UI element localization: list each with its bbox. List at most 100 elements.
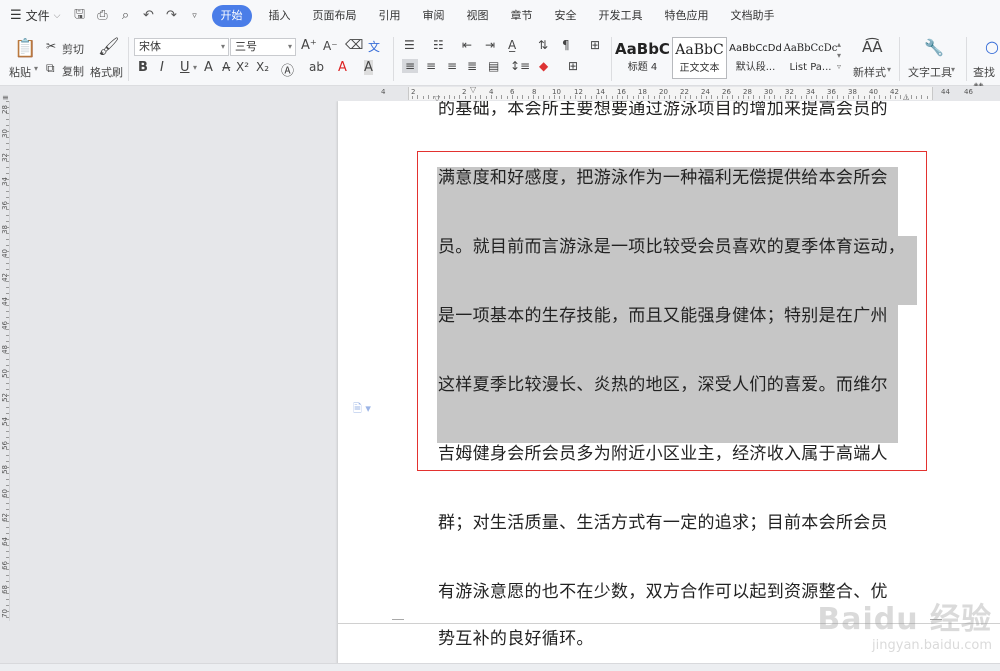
borders-icon[interactable]: ⊞ — [568, 59, 578, 73]
text-tools-button[interactable]: 文字工具 — [908, 64, 952, 80]
shading-icon[interactable]: ◆ — [539, 59, 548, 73]
align-center-icon[interactable]: ≡ — [426, 59, 436, 73]
chinese-layout-icon[interactable]: A̲ — [508, 38, 516, 52]
numbering-icon[interactable]: ☷ — [433, 38, 444, 52]
format-painter-button[interactable]: 格式刷 — [90, 64, 123, 80]
new-style-button[interactable]: 新样式 — [853, 64, 886, 80]
superscript-icon[interactable]: X² — [236, 60, 249, 74]
horizontal-ruler[interactable]: 4 2 2 4 6 8 10 12 14 16 18 20 22 24 26 28 30 32 34 36 38 40 42… — [0, 85, 1000, 103]
styles-scroll-icon[interactable]: ▴ ▾ ▿ — [837, 39, 841, 72]
ruler-number: 42 — [890, 88, 899, 96]
line-spacing-icon[interactable]: ↕≡ — [510, 59, 530, 73]
tab-developer[interactable]: 开发工具 — [588, 5, 654, 27]
tab-security[interactable]: 安全 — [544, 5, 588, 27]
right-indent-icon[interactable]: △ — [903, 92, 909, 101]
paste-dropdown-icon[interactable]: ▾ — [34, 64, 38, 73]
paste-icon[interactable]: 📋 — [14, 38, 36, 59]
italic-icon[interactable]: I — [160, 60, 164, 75]
ruler-tick — [643, 96, 644, 99]
tab-features[interactable]: 特色应用 — [654, 5, 720, 27]
ruler-tick — [6, 287, 9, 288]
style-body-text[interactable]: AaBbC 正文文本 — [672, 37, 727, 79]
text-tools-icon[interactable]: 🔧 — [924, 38, 944, 57]
file-menu[interactable]: ☰ 文件 ⌵ — [10, 7, 61, 24]
print-preview-icon[interactable]: ⌕ — [119, 8, 133, 23]
chevron-down-icon[interactable]: ▾ — [887, 65, 891, 74]
distributed-icon[interactable]: ▤ — [488, 59, 499, 73]
ruler-tick — [685, 96, 686, 99]
font-color-icon[interactable]: A — [338, 60, 347, 75]
highlight-icon[interactable]: ab — [309, 60, 324, 74]
char-shading-icon[interactable]: A — [364, 60, 373, 75]
shrink-font-icon[interactable]: A⁻ — [323, 39, 338, 53]
tab-review[interactable]: 审阅 — [412, 5, 456, 27]
customize-icon[interactable]: ▿ — [188, 11, 202, 21]
tab-references[interactable]: 引用 — [368, 5, 412, 27]
bold-icon[interactable]: B — [138, 60, 148, 75]
ruler-tick — [6, 419, 9, 420]
first-line-indent-icon[interactable]: ▽ — [470, 85, 476, 94]
paragraph-line[interactable]: 势互补的良好循环。 — [438, 626, 594, 652]
table-border-icon[interactable]: ⊞ — [590, 38, 600, 52]
subscript-icon[interactable]: X₂ — [256, 60, 269, 74]
cut-button[interactable]: 剪切 — [62, 41, 84, 57]
font-size-select[interactable]: 三号 ▾ — [230, 38, 296, 56]
ruler-tick — [869, 95, 870, 99]
copy-button[interactable]: 复制 — [62, 63, 84, 79]
style-sample: AaBbCcDc — [783, 43, 838, 54]
style-list-paragraph[interactable]: AaBbCcDc List Pa... — [783, 37, 838, 79]
tab-home[interactable]: 开始 — [211, 4, 252, 27]
ruler-tick — [837, 95, 838, 99]
align-left-icon[interactable]: ≡ — [402, 59, 419, 73]
ruler-tick — [717, 96, 718, 99]
vertical-ruler[interactable]: 28 30 32 34 36 38 40 42 44 46 48 50 52 54 56 58 60 62 64 66… — [0, 101, 10, 621]
undo-icon[interactable]: ↶ — [142, 8, 156, 23]
font-name-select[interactable]: 宋体 ▾ — [134, 38, 229, 56]
sort-icon[interactable]: ⇅ — [538, 38, 548, 52]
justify-icon[interactable]: ≣ — [467, 59, 477, 73]
tab-chapter[interactable]: 章节 — [500, 5, 544, 27]
strikethrough-icon[interactable]: A̶ — [222, 60, 230, 74]
redo-icon[interactable]: ↷ — [165, 8, 179, 23]
ruler-tick — [732, 95, 733, 99]
format-painter-icon[interactable]: 🖌 — [98, 37, 120, 57]
tab-view[interactable]: 视图 — [456, 5, 500, 27]
clear-format-icon[interactable]: ⌫ — [345, 38, 363, 53]
chevron-down-icon: ▾ — [220, 42, 225, 51]
chevron-down-icon[interactable]: ▾ — [951, 65, 955, 74]
document-map-icon[interactable]: 🗎 ▾ — [353, 400, 371, 419]
chevron-down-icon[interactable]: ▾ — [193, 63, 197, 72]
copy-icon[interactable]: ⧉ — [46, 61, 55, 76]
cut-icon[interactable]: ✂ — [46, 39, 56, 53]
paragraph-line[interactable]: 的基础，本会所主要想要通过游泳项目的增加来提高会员的 — [438, 101, 888, 122]
ruler-tick — [6, 455, 9, 456]
paragraph-line[interactable]: 群；对生活质量、生活方式有一定的追求；目前本会所会员 — [438, 510, 888, 536]
tab-insert[interactable]: 插入 — [258, 5, 302, 27]
ruler-tick — [501, 95, 502, 99]
search-icon[interactable]: ○ — [985, 37, 999, 56]
bullets-icon[interactable]: ☰ — [404, 38, 415, 52]
increase-indent-icon[interactable]: ⇥ — [485, 38, 495, 52]
style-default-paragraph[interactable]: AaBbCcDd 默认段... — [728, 37, 783, 79]
underline-icon[interactable]: U — [180, 60, 190, 75]
new-style-icon[interactable]: A͡A — [862, 38, 883, 56]
paste-button[interactable]: 粘贴 — [9, 64, 31, 80]
show-marks-icon[interactable]: ¶ — [562, 38, 570, 52]
document-page[interactable]: 的基础，本会所主要想要通过游泳项目的增加来提高会员的 满意度和好感度，把游泳作为… — [338, 101, 1000, 671]
phonetic-guide-icon[interactable]: 文 — [368, 38, 380, 55]
quick-access-toolbar: 🖫 ⎙ ⌕ ↶ ↷ ▿ — [73, 5, 202, 27]
tab-doc-assistant[interactable]: 文档助手 — [720, 5, 786, 27]
grow-font-icon[interactable]: A⁺ — [301, 38, 317, 53]
ruler-number: 24 — [701, 88, 710, 96]
align-right-icon[interactable]: ≡ — [447, 59, 457, 73]
font-color-a-icon[interactable]: A — [204, 60, 213, 75]
tab-page-layout[interactable]: 页面布局 — [302, 5, 368, 27]
document-canvas[interactable]: 的基础，本会所主要想要通过游泳项目的增加来提高会员的 满意度和好感度，把游泳作为… — [10, 101, 1000, 671]
save-icon[interactable]: 🖫 — [73, 5, 87, 27]
print-icon[interactable]: ⎙ — [96, 8, 110, 23]
text-effect-icon[interactable]: Ⓐ — [281, 60, 294, 79]
ruler-tick — [774, 95, 775, 99]
ruler-tick — [585, 95, 586, 99]
style-heading-4[interactable]: AaBbC 标题 4 — [615, 37, 670, 79]
decrease-indent-icon[interactable]: ⇤ — [462, 38, 472, 52]
